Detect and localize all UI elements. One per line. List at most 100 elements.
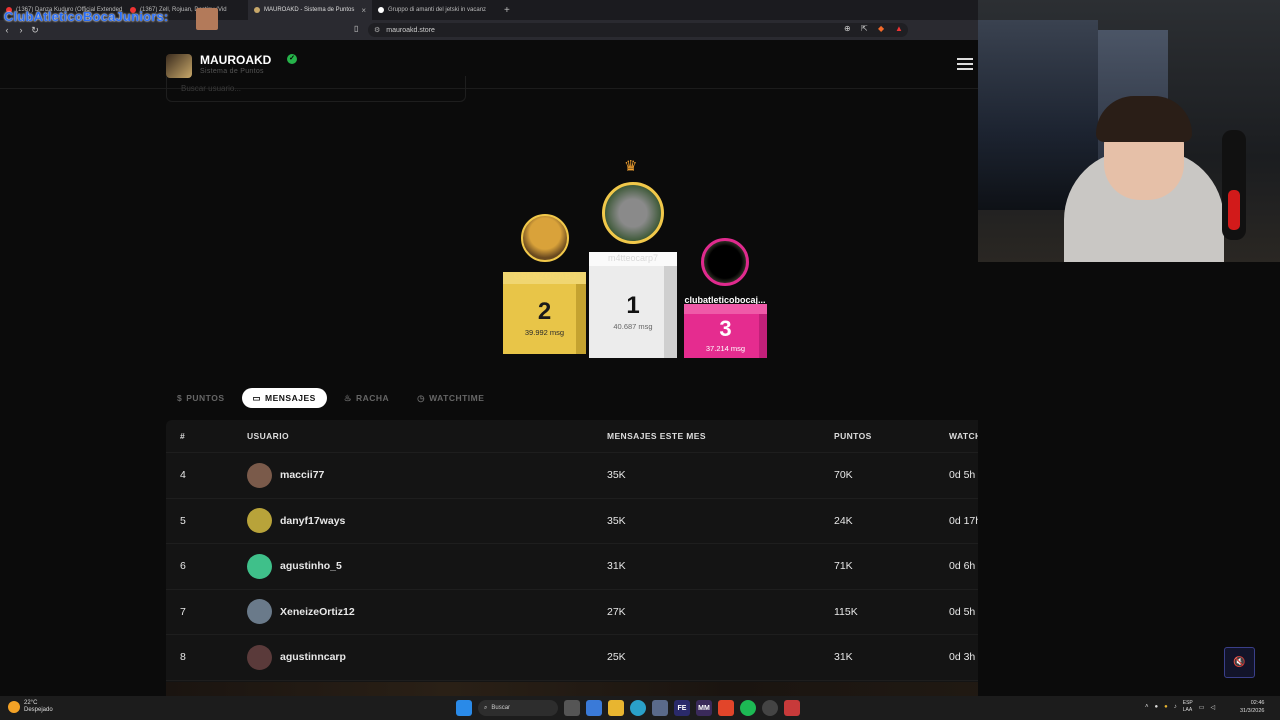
row-points: 24K [834,514,853,527]
new-tab-button[interactable]: + [496,5,518,16]
webcam-feed [978,0,1280,262]
row-messages: 31K [607,560,626,573]
edge-icon[interactable] [630,700,646,716]
username: agustinncarp [280,651,346,664]
next-table-row-partial [166,682,978,696]
close-tab-icon[interactable]: × [361,6,366,15]
brand-name: MAUROAKD [200,53,272,67]
taskbar-search[interactable]: ⌕ Buscar [478,700,558,716]
row-rank: 6 [180,560,186,573]
bookmark-icon[interactable]: ▯ [354,24,358,33]
row-points: 115K [834,605,858,618]
microphone-icon[interactable]: ♪ [1174,704,1177,710]
avatar [247,599,272,625]
sun-icon [8,701,20,713]
search-input[interactable]: Buscar usuario... [166,76,466,102]
header-messages: MENSAJES ESTE MES [607,431,706,441]
leaderboard-table: # USUARIO MENSAJES ESTE MES PUNTOS WATCH… [166,420,978,696]
browser-tab-3[interactable]: MAUROAKD - Sistema de Puntos × [248,0,372,20]
task-view-icon[interactable] [564,700,580,716]
row-points: 70K [834,469,853,482]
system-clock[interactable]: 02:46 31/3/2026 [1240,699,1264,715]
chat-overlay-username: ClubAtleticoBocaJuniors: [4,9,169,24]
username: maccii77 [280,469,325,482]
username: danyf17ways [280,514,346,527]
share-icon[interactable]: ⇱ [861,24,868,33]
header-watchtime: WATCHTIME [949,431,978,441]
brave-shield-icon[interactable]: ◆ [878,24,884,33]
language-indicator[interactable]: ESP [1183,700,1193,707]
header-points: PUNTOS [834,431,872,441]
network-icon[interactable]: ▭ [1199,704,1205,711]
brave-icon[interactable] [718,700,734,716]
tray-app-icon[interactable]: ● [1155,704,1159,710]
right-pane [978,262,1280,696]
table-row[interactable]: 4 maccii77 35K 70K 0d 5h 30min [166,453,978,499]
calculator-icon[interactable] [652,700,668,716]
table-header: # USUARIO MENSAJES ESTE MES PUNTOS WATCH… [166,420,978,453]
row-watchtime: 0d 5h 3min [949,605,978,618]
crown-icon: ♛ [624,158,638,175]
browser-tab-4[interactable]: Gruppo di amanti del jetski in vacanz [372,0,496,20]
tray-app-icon[interactable]: ● [1164,704,1168,710]
settings-icon[interactable] [762,700,778,716]
row-watchtime: 0d 3h 39min [949,651,978,664]
second-place-name: GSENZOCABJ [513,271,577,281]
first-place-block: 1 40.687 msg [589,252,677,358]
widgets-icon[interactable] [586,700,602,716]
zoom-icon[interactable]: ⊕ [844,24,851,33]
fe-app-icon[interactable]: FE [674,700,690,716]
media-app-icon[interactable] [784,700,800,716]
brave-rewards-icon[interactable]: ▲ [895,24,903,33]
header-user: USUARIO [247,431,289,441]
tab-label: Gruppo di amanti del jetski in vacanz [388,7,487,13]
row-watchtime: 0d 6h 56min [949,560,978,573]
site-logo[interactable] [166,54,192,78]
system-tray: ˄ ● ● ♪ ESP LAA ▭ ◁ [1145,700,1215,714]
volume-icon[interactable]: ◁ [1210,704,1215,711]
flame-icon: ♨ [343,392,352,403]
table-row[interactable]: 5 danyf17ways 35K 24K 0d 17h 54min [166,499,978,544]
row-user: XeneizeOrtiz12 [247,599,355,625]
windows-start-icon[interactable] [456,700,472,716]
table-row[interactable]: 8 agustinncarp 25K 31K 0d 3h 39min [166,635,978,681]
avatar [247,644,272,670]
screen: (1367) Danza Kuduro (Official Extended (… [0,0,1280,720]
web-page: MAUROAKD ✓ Sistema de Puntos Buscar usua… [0,40,978,696]
hamburger-menu-icon[interactable] [957,58,973,71]
tab-mensajes[interactable]: ▭ MENSAJES [241,388,327,408]
row-user: agustinncarp [247,644,346,670]
windows-taskbar: 22°C Despejado ⌕ Buscar FE MM ˄ ● ● ♪ ES… [0,696,1280,720]
url-field[interactable]: ⚙ mauroakd.store [368,23,908,37]
file-explorer-icon[interactable] [608,700,624,716]
third-place-value: 37.214 msg [705,344,746,353]
dollar-icon: $ [177,393,183,403]
table-row[interactable]: 6 agustinho_5 31K 71K 0d 6h 56min [166,544,978,590]
second-place-avatar[interactable] [521,214,569,262]
reload-icon[interactable]: ↻ [28,25,42,36]
mute-icon[interactable]: 🔇 [1224,647,1255,678]
third-place-avatar[interactable] [701,238,749,286]
weather-widget[interactable]: 22°C Despejado [8,700,53,714]
tiktok-icon [378,7,384,13]
chevron-up-icon[interactable]: ˄ [1145,704,1149,710]
language-layout: LAA [1182,707,1193,713]
tab-watchtime[interactable]: ◷ WATCHTIME [406,388,495,408]
back-icon[interactable]: ‹ [0,25,14,35]
brand-subtitle: Sistema de Puntos [200,68,264,75]
row-messages: 27K [607,605,626,618]
temperature: 22°C [24,700,38,706]
site-info-icon[interactable]: ⚙ [374,26,380,34]
tab-racha[interactable]: ♨ RACHA [333,388,400,408]
tab-label: WATCHTIME [429,393,485,403]
mm-app-icon[interactable]: MM [696,700,712,716]
tab-label: PUNTOS [186,393,225,403]
row-user: maccii77 [247,462,325,488]
first-place-avatar[interactable] [602,182,664,244]
tab-puntos[interactable]: $ PUNTOS [166,388,236,408]
row-rank: 7 [180,605,186,618]
spotify-icon[interactable] [740,700,756,716]
forward-icon[interactable]: › [14,25,28,35]
row-points: 31K [834,651,853,664]
table-row[interactable]: 7 XeneizeOrtiz12 27K 115K 0d 5h 3min [166,590,978,635]
